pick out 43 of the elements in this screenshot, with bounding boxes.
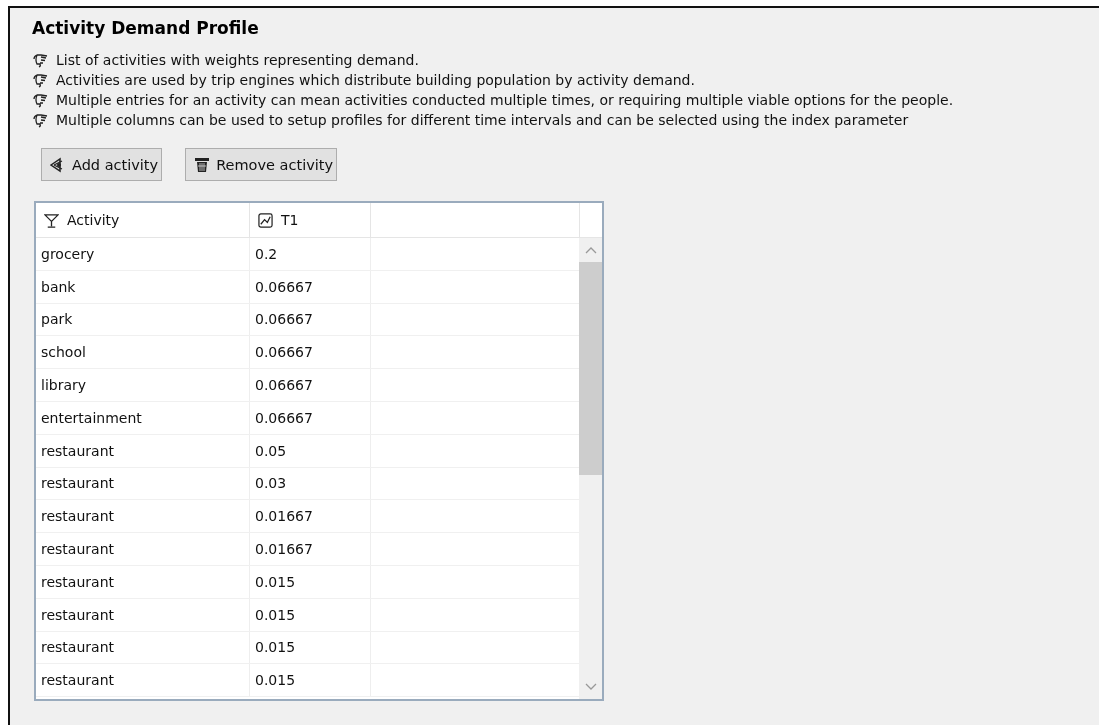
table-cell: restaurant — [36, 565, 250, 598]
table-cell: 0.015 — [250, 664, 371, 697]
table-cell: 0.03 — [250, 467, 371, 500]
table-cell: 0.015 — [250, 631, 371, 664]
table-cell: entertainment — [36, 402, 250, 434]
table-cell: bank — [36, 270, 250, 303]
note-text: List of activities with weights representing demand. — [56, 52, 419, 68]
note-text: Activities are used by trip engines which distribute building population by activity demand. — [56, 72, 695, 88]
cocktail-glass-icon — [44, 212, 59, 228]
table-cell: 0.05 — [250, 434, 371, 467]
line-chart-icon — [258, 212, 273, 228]
table-cell: 0.01667 — [250, 533, 371, 565]
table-cell: restaurant — [36, 500, 250, 533]
table-cell: restaurant — [36, 598, 250, 631]
panel-title: Activity Demand Profile — [32, 18, 260, 38]
table-cell: 0.06667 — [250, 402, 371, 434]
trash-icon — [194, 156, 211, 173]
table-cell: 0.01667 — [250, 500, 371, 533]
column-header[interactable]: T1 — [250, 203, 371, 237]
table-cell: 0.06667 — [250, 369, 371, 401]
note-text: Multiple columns can be used to setup profiles for different time intervals and can be selected using the index parameter — [56, 112, 909, 128]
scrollbar-thumb[interactable] — [579, 262, 602, 475]
table-cell: grocery — [36, 238, 250, 270]
table-cell: 0.06667 — [250, 270, 371, 303]
table-cell: restaurant — [36, 533, 250, 565]
remove-activity-button[interactable]: Remove activity — [185, 148, 338, 181]
table-cell: library — [36, 369, 250, 401]
table-cell: 0.015 — [250, 598, 371, 631]
add-activity-button[interactable]: Add activity — [41, 148, 163, 181]
table-cell: 0.06667 — [250, 336, 371, 369]
table-cell: restaurant — [36, 467, 250, 500]
column-header[interactable]: Activity — [36, 203, 250, 237]
table-cell: 0.2 — [250, 238, 371, 270]
table-cell: restaurant — [36, 631, 250, 664]
table-cell: school — [36, 336, 250, 369]
table-cell: restaurant — [36, 664, 250, 697]
note-text: Multiple entries for an activity can mean activities conducted multiple times, or requiring multiple viable options for the people. — [56, 92, 954, 108]
table-cell: restaurant — [36, 434, 250, 467]
table-cell: park — [36, 303, 250, 336]
scroll-up-icon[interactable] — [584, 246, 597, 254]
table-cell: 0.06667 — [250, 303, 371, 336]
scroll-down-icon[interactable] — [584, 683, 597, 691]
table-cell: 0.015 — [250, 565, 371, 598]
